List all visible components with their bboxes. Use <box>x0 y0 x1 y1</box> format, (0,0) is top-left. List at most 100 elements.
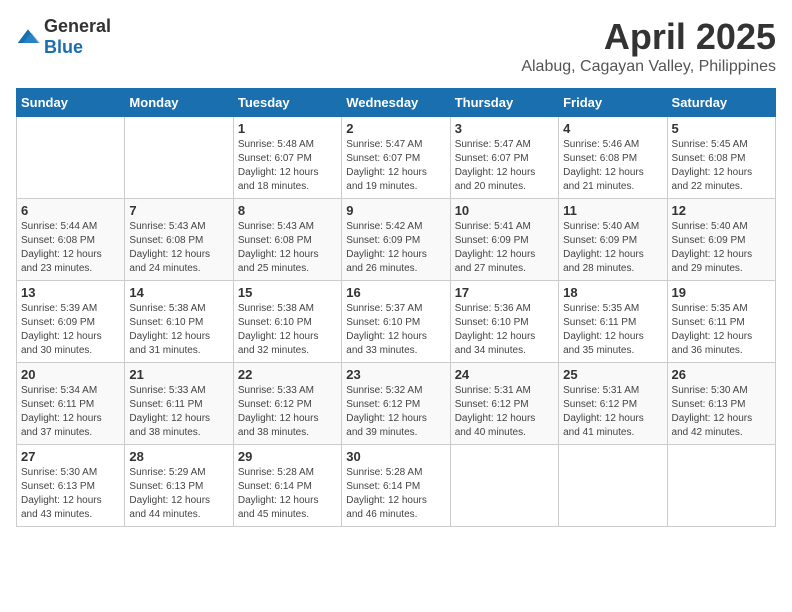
calendar-cell: 11Sunrise: 5:40 AMSunset: 6:09 PMDayligh… <box>559 199 667 281</box>
day-number: 25 <box>563 367 662 382</box>
day-number: 10 <box>455 203 554 218</box>
day-number: 28 <box>129 449 228 464</box>
calendar-cell: 22 Sunrise: 5:33 AMSunset: 6:12 PMDayligh… <box>233 363 341 445</box>
calendar-cell: 5 Sunrise: 5:45 AMSunset: 6:08 PMDaylight… <box>667 117 775 199</box>
day-number: 11 <box>563 203 662 218</box>
week-row-3: 13 Sunrise: 5:39 AMSunset: 6:09 PMDayligh… <box>17 281 776 363</box>
day-number: 2 <box>346 121 445 136</box>
cell-detail: Sunrise: 5:44 AMSunset: 6:08 PMDaylight:… <box>21 220 120 276</box>
calendar-cell: 7 Sunrise: 5:43 AMSunset: 6:08 PMDaylight… <box>125 199 233 281</box>
day-number: 13 <box>21 285 120 300</box>
calendar-cell: 10 Sunrise: 5:41 AMSunset: 6:09 PMDayligh… <box>450 199 558 281</box>
cell-detail: Sunrise: 5:34 AMSunset: 6:11 PMDaylight:… <box>21 384 120 440</box>
calendar-cell: 3 Sunrise: 5:47 AMSunset: 6:07 PMDaylight… <box>450 117 558 199</box>
day-header-wednesday: Wednesday <box>342 89 450 117</box>
calendar-body: 1 Sunrise: 5:48 AMSunset: 6:07 PMDaylight… <box>17 117 776 527</box>
cell-detail: Sunrise: 5:37 AMSunset: 6:10 PMDaylight:… <box>346 302 445 358</box>
week-row-2: 6 Sunrise: 5:44 AMSunset: 6:08 PMDaylight… <box>17 199 776 281</box>
calendar-cell: 16 Sunrise: 5:37 AMSunset: 6:10 PMDayligh… <box>342 281 450 363</box>
day-number: 18 <box>563 285 662 300</box>
day-number: 21 <box>129 367 228 382</box>
logo: General Blue <box>16 16 111 58</box>
day-number: 29 <box>238 449 337 464</box>
logo-text: General Blue <box>44 16 111 58</box>
calendar-cell: 2 Sunrise: 5:47 AMSunset: 6:07 PMDaylight… <box>342 117 450 199</box>
cell-detail: Sunrise: 5:43 AMSunset: 6:08 PMDaylight:… <box>129 220 228 276</box>
cell-detail: Sunrise: 5:46 AMSunset: 6:08 PMDaylight:… <box>563 138 662 194</box>
day-header-tuesday: Tuesday <box>233 89 341 117</box>
day-number: 12 <box>672 203 771 218</box>
calendar-cell: 27 Sunrise: 5:30 AMSunset: 6:13 PMDayligh… <box>17 445 125 527</box>
cell-detail: Sunrise: 5:41 AMSunset: 6:09 PMDaylight:… <box>455 220 554 276</box>
cell-detail: Sunrise: 5:48 AMSunset: 6:07 PMDaylight:… <box>238 138 337 194</box>
cell-detail: Sunrise: 5:42 AMSunset: 6:09 PMDaylight:… <box>346 220 445 276</box>
calendar-cell: 25Sunrise: 5:31 AMSunset: 6:12 PMDayligh… <box>559 363 667 445</box>
cell-detail: Sunrise: 5:32 AMSunset: 6:12 PMDaylight:… <box>346 384 445 440</box>
day-header-monday: Monday <box>125 89 233 117</box>
calendar-cell: 26 Sunrise: 5:30 AMSunset: 6:13 PMDayligh… <box>667 363 775 445</box>
cell-detail: Sunrise: 5:29 AMSunset: 6:13 PMDaylight:… <box>129 466 228 522</box>
day-number: 19 <box>672 285 771 300</box>
calendar-cell: 23 Sunrise: 5:32 AMSunset: 6:12 PMDayligh… <box>342 363 450 445</box>
cell-detail: Sunrise: 5:47 AMSunset: 6:07 PMDaylight:… <box>346 138 445 194</box>
calendar-cell: 17Sunrise: 5:36 AMSunset: 6:10 PMDayligh… <box>450 281 558 363</box>
calendar-cell <box>17 117 125 199</box>
day-number: 30 <box>346 449 445 464</box>
day-number: 8 <box>238 203 337 218</box>
day-number: 6 <box>21 203 120 218</box>
calendar-cell: 9 Sunrise: 5:42 AMSunset: 6:09 PMDaylight… <box>342 199 450 281</box>
day-header-friday: Friday <box>559 89 667 117</box>
calendar-cell: 8Sunrise: 5:43 AMSunset: 6:08 PMDaylight… <box>233 199 341 281</box>
calendar-cell <box>125 117 233 199</box>
day-number: 20 <box>21 367 120 382</box>
cell-detail: Sunrise: 5:33 AMSunset: 6:12 PMDaylight:… <box>238 384 337 440</box>
day-number: 15 <box>238 285 337 300</box>
day-number: 16 <box>346 285 445 300</box>
week-row-5: 27 Sunrise: 5:30 AMSunset: 6:13 PMDayligh… <box>17 445 776 527</box>
calendar-cell: 28 Sunrise: 5:29 AMSunset: 6:13 PMDayligh… <box>125 445 233 527</box>
page-subtitle: Alabug, Cagayan Valley, Philippines <box>521 58 776 76</box>
day-number: 14 <box>129 285 228 300</box>
day-number: 9 <box>346 203 445 218</box>
cell-detail: Sunrise: 5:39 AMSunset: 6:09 PMDaylight:… <box>21 302 120 358</box>
day-number: 22 <box>238 367 337 382</box>
day-header-sunday: Sunday <box>17 89 125 117</box>
day-number: 7 <box>129 203 228 218</box>
calendar-cell: 20 Sunrise: 5:34 AMSunset: 6:11 PMDayligh… <box>17 363 125 445</box>
page-title: April 2025 <box>521 16 776 58</box>
calendar-cell: 18 Sunrise: 5:35 AMSunset: 6:11 PMDayligh… <box>559 281 667 363</box>
calendar-cell: 1 Sunrise: 5:48 AMSunset: 6:07 PMDaylight… <box>233 117 341 199</box>
day-number: 17 <box>455 285 554 300</box>
day-number: 5 <box>672 121 771 136</box>
cell-detail: Sunrise: 5:40 AMSunset: 6:09 PMDaylight:… <box>672 220 771 276</box>
calendar-cell: 6 Sunrise: 5:44 AMSunset: 6:08 PMDaylight… <box>17 199 125 281</box>
cell-detail: Sunrise: 5:45 AMSunset: 6:08 PMDaylight:… <box>672 138 771 194</box>
cell-detail: Sunrise: 5:35 AMSunset: 6:11 PMDaylight:… <box>563 302 662 358</box>
week-row-1: 1 Sunrise: 5:48 AMSunset: 6:07 PMDaylight… <box>17 117 776 199</box>
cell-detail: Sunrise: 5:30 AMSunset: 6:13 PMDaylight:… <box>672 384 771 440</box>
days-header-row: SundayMondayTuesdayWednesdayThursdayFrid… <box>17 89 776 117</box>
cell-detail: Sunrise: 5:28 AMSunset: 6:14 PMDaylight:… <box>238 466 337 522</box>
cell-detail: Sunrise: 5:38 AMSunset: 6:10 PMDaylight:… <box>129 302 228 358</box>
title-area: April 2025 Alabug, Cagayan Valley, Phili… <box>521 16 776 76</box>
calendar-cell: 24Sunrise: 5:31 AMSunset: 6:12 PMDayligh… <box>450 363 558 445</box>
calendar-cell: 4 Sunrise: 5:46 AMSunset: 6:08 PMDaylight… <box>559 117 667 199</box>
cell-detail: Sunrise: 5:30 AMSunset: 6:13 PMDaylight:… <box>21 466 120 522</box>
cell-detail: Sunrise: 5:47 AMSunset: 6:07 PMDaylight:… <box>455 138 554 194</box>
calendar-cell <box>450 445 558 527</box>
day-number: 1 <box>238 121 337 136</box>
day-number: 27 <box>21 449 120 464</box>
day-number: 26 <box>672 367 771 382</box>
cell-detail: Sunrise: 5:38 AMSunset: 6:10 PMDaylight:… <box>238 302 337 358</box>
calendar-cell: 30Sunrise: 5:28 AMSunset: 6:14 PMDayligh… <box>342 445 450 527</box>
cell-detail: Sunrise: 5:31 AMSunset: 6:12 PMDaylight:… <box>455 384 554 440</box>
calendar-cell: 12 Sunrise: 5:40 AMSunset: 6:09 PMDayligh… <box>667 199 775 281</box>
day-number: 4 <box>563 121 662 136</box>
day-number: 3 <box>455 121 554 136</box>
cell-detail: Sunrise: 5:35 AMSunset: 6:11 PMDaylight:… <box>672 302 771 358</box>
logo-icon <box>16 27 40 47</box>
calendar-cell <box>667 445 775 527</box>
day-number: 23 <box>346 367 445 382</box>
calendar-cell: 14 Sunrise: 5:38 AMSunset: 6:10 PMDayligh… <box>125 281 233 363</box>
calendar-cell: 19 Sunrise: 5:35 AMSunset: 6:11 PMDayligh… <box>667 281 775 363</box>
